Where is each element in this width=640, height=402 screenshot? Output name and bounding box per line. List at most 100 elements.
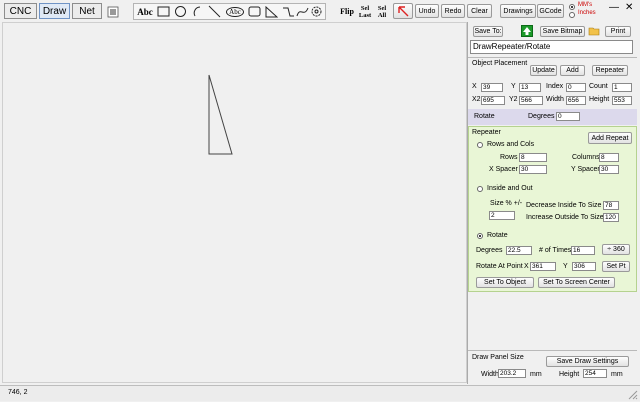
inside-out-label: Inside and Out	[487, 185, 533, 192]
width-label: Width	[546, 96, 564, 103]
save-bitmap-button[interactable]: Save Bitmap	[540, 26, 585, 37]
y2-label: Y2	[509, 96, 518, 103]
panel-height-unit: mm	[611, 371, 623, 378]
print-button[interactable]: Print	[605, 26, 631, 37]
rows-cols-label: Rows and Cols	[487, 141, 535, 148]
x-spacer-input[interactable]: 30	[519, 165, 547, 174]
columns-input[interactable]: 8	[599, 153, 619, 162]
panel-height-label: Height	[559, 371, 580, 378]
add-button[interactable]: Add	[560, 65, 585, 76]
menu-icon[interactable]	[106, 4, 120, 19]
size-pct-input[interactable]: 2	[489, 211, 515, 220]
triangle-icon[interactable]	[263, 4, 279, 19]
x-spacer-label: X Spacer	[489, 166, 518, 173]
tab-cnc[interactable]: CNC	[4, 3, 37, 19]
rotate-point-y-input[interactable]: 306	[572, 262, 596, 271]
redo-button[interactable]: Redo	[441, 4, 465, 18]
arc-icon[interactable]	[188, 4, 204, 19]
y-input[interactable]: 13	[519, 83, 541, 92]
close-button[interactable]: ✕	[625, 2, 633, 13]
tab-draw[interactable]: Draw	[39, 3, 70, 19]
arrow-select-icon	[398, 6, 409, 17]
drawings-button[interactable]: Drawings	[500, 4, 536, 18]
object-placement-title: Object Placement	[472, 60, 528, 67]
sel-last-button[interactable]: Sel Last	[356, 4, 374, 19]
increase-input[interactable]: 120	[603, 213, 619, 222]
x-label: X	[472, 83, 477, 90]
repeat-degrees-label: Degrees	[476, 247, 503, 254]
count-input[interactable]: 1	[612, 83, 632, 92]
text-tool-button[interactable]: Abc	[135, 4, 155, 19]
decrease-label: Decrease Inside To Size %	[526, 202, 610, 209]
rows-input[interactable]: 8	[519, 153, 547, 162]
circle-text-label: Abc	[226, 6, 244, 17]
path-field[interactable]: DrawRepeater/Rotate	[470, 40, 633, 54]
x2-label: X2	[472, 96, 481, 103]
panel-height-input[interactable]: 254	[583, 369, 607, 378]
index-input[interactable]: 0	[566, 83, 586, 92]
add-repeat-button[interactable]: Add Repeat	[588, 132, 632, 144]
repeater-button[interactable]: Repeater	[592, 65, 628, 76]
y-spacer-input[interactable]: 30	[599, 165, 619, 174]
line-icon[interactable]	[206, 4, 222, 19]
set-to-object-button[interactable]: Set To Object	[476, 277, 534, 288]
y-label: Y	[511, 83, 516, 90]
decrease-input[interactable]: 78	[603, 201, 619, 210]
resize-grip-icon[interactable]	[626, 388, 638, 400]
flip-button[interactable]: Flip	[338, 4, 356, 19]
circle-text-button[interactable]: Abc	[225, 4, 245, 19]
rotate-degrees-input[interactable]: 0	[556, 112, 580, 121]
save-draw-settings-button[interactable]: Save Draw Settings	[546, 356, 629, 367]
mm-radio[interactable]	[569, 4, 575, 10]
x2-input[interactable]: 695	[481, 96, 505, 105]
sel-all-label: Sel All	[377, 4, 387, 19]
clear-button[interactable]: Clear	[467, 4, 492, 18]
rows-cols-radio[interactable]	[477, 142, 483, 148]
divide-360-button[interactable]: ÷ 360	[602, 244, 630, 255]
rectangle-icon[interactable]	[155, 4, 171, 19]
select-arrow-button[interactable]	[393, 3, 413, 19]
size-pct-label: Size % +/-	[490, 200, 523, 207]
set-to-screen-center-button[interactable]: Set To Screen Center	[538, 277, 615, 288]
upload-icon[interactable]	[521, 25, 533, 37]
times-label: # of Times	[539, 247, 572, 254]
x-input[interactable]: 39	[481, 83, 503, 92]
rounded-rect-icon[interactable]	[246, 4, 262, 19]
text-tool-label: Abc	[137, 6, 153, 17]
y-spacer-label: Y Spacer	[571, 166, 600, 173]
rotate-radio[interactable]	[477, 233, 483, 239]
width-input[interactable]: 656	[566, 96, 586, 105]
minimize-button[interactable]: —	[609, 2, 619, 13]
times-input[interactable]: 16	[571, 246, 595, 255]
columns-label: Columns	[572, 154, 600, 161]
repeat-degrees-input[interactable]: 22.5	[506, 246, 532, 255]
inches-radio[interactable]	[569, 12, 575, 18]
panel-width-unit: mm	[530, 371, 542, 378]
draw-panel-title: Draw Panel Size	[472, 354, 524, 361]
rotate-degrees-label: Degrees	[528, 113, 555, 120]
undo-button[interactable]: Undo	[415, 4, 439, 18]
gear-icon[interactable]	[308, 4, 324, 19]
height-input[interactable]: 553	[612, 96, 632, 105]
rotate-at-point-label: Rotate At Point	[476, 263, 523, 270]
inside-out-radio[interactable]	[477, 186, 483, 192]
drawing-canvas[interactable]	[2, 22, 467, 383]
panel-width-label: Width	[481, 371, 499, 378]
circle-icon[interactable]	[172, 4, 188, 19]
repeater-title: Repeater	[472, 129, 501, 136]
sel-all-button[interactable]: Sel All	[374, 4, 390, 19]
flip-label: Flip	[340, 7, 354, 16]
gcode-button[interactable]: GCode	[537, 4, 564, 18]
y2-input[interactable]: 566	[519, 96, 543, 105]
panel-width-input[interactable]: 203.2	[498, 369, 526, 378]
tab-net[interactable]: Net	[72, 3, 102, 19]
rotate-point-x-label: X	[524, 263, 529, 270]
save-to-button[interactable]: Save To:	[473, 26, 503, 37]
set-pt-button[interactable]: Set Pt	[602, 261, 630, 272]
status-bar	[0, 385, 640, 401]
rotate-point-y-label: Y	[563, 263, 568, 270]
update-button[interactable]: Update	[530, 65, 557, 76]
triangle-shape[interactable]	[3, 23, 468, 384]
folder-icon[interactable]	[588, 25, 600, 37]
rotate-point-x-input[interactable]: 361	[530, 262, 556, 271]
